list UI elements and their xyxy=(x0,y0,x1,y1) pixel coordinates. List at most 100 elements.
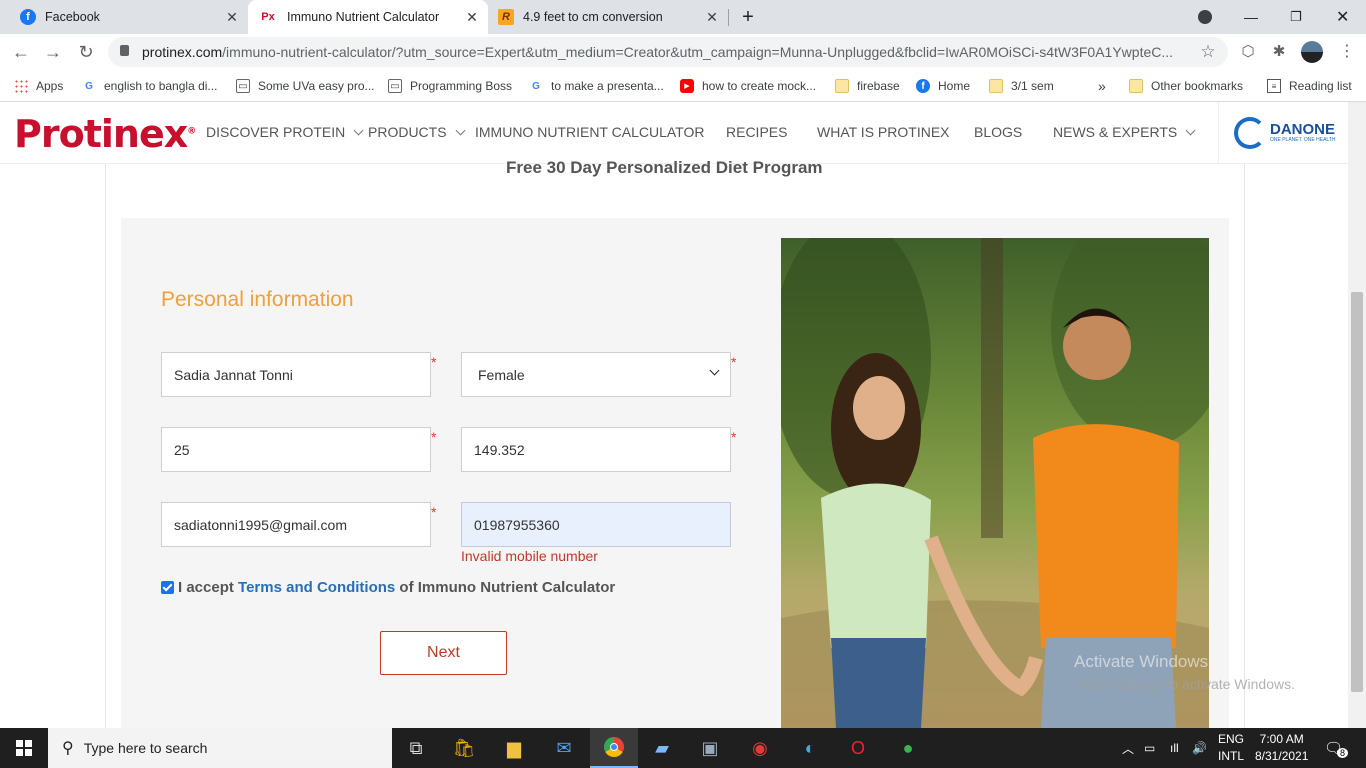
facebook-icon: f xyxy=(20,9,36,25)
nav-blogs[interactable]: BLOGS xyxy=(974,124,1053,140)
restore-button[interactable]: ❐ xyxy=(1290,0,1310,34)
extensions-puzzle-icon[interactable]: ✱ xyxy=(1268,41,1290,63)
terms-prefix: I accept xyxy=(178,579,239,596)
protinex-favicon: Px xyxy=(261,11,275,23)
section-title: Personal information xyxy=(161,288,354,311)
forward-button[interactable]: → xyxy=(42,41,64,63)
app-icon[interactable]: ▣ xyxy=(686,728,734,768)
age-field[interactable]: 25 xyxy=(161,427,431,472)
network-icon[interactable]: ıll xyxy=(1170,728,1179,768)
new-tab-button[interactable]: + xyxy=(736,0,760,34)
danone-circle-icon xyxy=(1234,116,1266,149)
nav-immuno-nutrient-calculator[interactable]: IMMUNO NUTRIENT CALCULATOR xyxy=(475,124,726,140)
bookmark-mock[interactable]: ▶ how to create mock... xyxy=(680,76,816,96)
notification-count: 8 xyxy=(1337,748,1349,758)
bookmark-folder-3-1-sem[interactable]: 3/1 sem xyxy=(989,76,1054,96)
notification-center-icon[interactable]: 🗨 8 xyxy=(1324,728,1349,768)
window-close-button[interactable]: ✕ xyxy=(1336,0,1356,34)
mobile-field[interactable]: 01987955360 xyxy=(461,502,731,547)
store-icon[interactable]: 🛍 xyxy=(440,728,488,768)
minimize-button[interactable]: — xyxy=(1244,0,1264,34)
bookmark-uva-problems[interactable]: ▭ Some UVa easy pro... xyxy=(236,76,375,96)
profile-avatar[interactable] xyxy=(1301,41,1323,63)
start-button[interactable] xyxy=(0,728,48,768)
tray-chevron-icon[interactable]: ︿ xyxy=(1122,728,1134,768)
nav-what-is-protinex[interactable]: WHAT IS PROTINEX xyxy=(817,124,974,140)
tab-divider xyxy=(728,9,729,26)
bookmark-folder-firebase[interactable]: firebase xyxy=(835,76,900,96)
extension-cube-icon[interactable]: ⬡ xyxy=(1237,41,1259,63)
url-host: protinex.com xyxy=(142,44,223,60)
nav-news-experts[interactable]: NEWS & EXPERTS xyxy=(1053,124,1196,140)
gender-select[interactable]: Female xyxy=(461,352,731,397)
app-icon[interactable]: ▰ xyxy=(638,728,686,768)
bookmark-programming-boss[interactable]: ▭ Programming Boss xyxy=(388,76,512,96)
more-bookmarks-button[interactable]: » xyxy=(1098,76,1106,96)
tab-search-icon[interactable] xyxy=(1198,0,1216,34)
reading-list-icon: ≡ xyxy=(1267,79,1281,93)
bookmark-presentation[interactable]: G to make a presenta... xyxy=(529,76,664,96)
task-view-icon[interactable]: ⧉ xyxy=(392,728,440,768)
search-placeholder: Type here to search xyxy=(83,740,208,756)
back-button[interactable]: ← xyxy=(10,41,32,63)
tab-title: 4.9 feet to cm conversion xyxy=(523,10,663,24)
language-indicator[interactable]: ENG INTL xyxy=(1218,728,1244,768)
protinex-logo[interactable]: Protinex® xyxy=(14,112,196,156)
reload-button[interactable]: ↻ xyxy=(75,41,97,63)
chevron-down-icon xyxy=(455,125,466,135)
danone-tagline: ONE PLANET. ONE HEALTH xyxy=(1270,136,1336,143)
battery-icon[interactable]: ▭ xyxy=(1144,728,1155,768)
tab-feet-to-cm[interactable]: R 4.9 feet to cm conversion ✕ xyxy=(488,0,728,34)
mobile-error-message: Invalid mobile number xyxy=(461,548,598,564)
height-field[interactable]: 149.352 xyxy=(461,427,731,472)
tab-title: Immuno Nutrient Calculator xyxy=(287,10,440,24)
lock-icon[interactable] xyxy=(120,45,129,56)
address-bar[interactable]: protinex.com /immuno-nutrient-calculator… xyxy=(108,37,1228,67)
url-path: /immuno-nutrient-calculator/?utm_source=… xyxy=(222,44,1174,60)
reading-list-button[interactable]: ≡ Reading list xyxy=(1267,76,1352,96)
chrome-icon[interactable] xyxy=(590,728,638,768)
danone-logo[interactable]: DANONE ONE PLANET. ONE HEALTH xyxy=(1218,102,1344,163)
mail-icon[interactable]: ✉ xyxy=(540,728,588,768)
edge-icon[interactable]: ◐ xyxy=(786,728,834,768)
close-icon[interactable]: ✕ xyxy=(704,9,720,25)
tab-immuno-calculator[interactable]: Px Immuno Nutrient Calculator ✕ xyxy=(248,0,488,34)
close-icon[interactable]: ✕ xyxy=(464,9,480,25)
tab-strip: f Facebook ✕ Px Immuno Nutrient Calculat… xyxy=(0,0,1366,34)
site-icon: ▭ xyxy=(388,79,402,93)
clock[interactable]: 7:00 AM 8/31/2021 xyxy=(1255,728,1308,768)
terms-checkbox[interactable] xyxy=(161,581,174,594)
bookmark-star-icon[interactable]: ☆ xyxy=(1197,41,1219,63)
bookmark-apps[interactable]: Apps xyxy=(14,76,63,96)
terms-link[interactable]: Terms and Conditions xyxy=(238,579,395,596)
activate-windows-title: Activate Windows xyxy=(1074,652,1209,671)
email-field[interactable]: sadiatonni1995@gmail.com xyxy=(161,502,431,547)
menu-kebab-icon[interactable]: ⋮ xyxy=(1336,41,1358,63)
name-field[interactable]: Sadia Jannat Tonni xyxy=(161,352,431,397)
folder-icon xyxy=(1129,79,1143,93)
app-icon[interactable]: ● xyxy=(884,728,932,768)
site-header: Protinex® DISCOVER PROTEIN PRODUCTS IMMU… xyxy=(0,102,1348,164)
terms-row: I accept Terms and Conditions of Immuno … xyxy=(161,579,615,596)
google-icon: G xyxy=(85,80,93,92)
nav-products[interactable]: PRODUCTS xyxy=(368,124,475,140)
nav-discover-protein[interactable]: DISCOVER PROTEIN xyxy=(206,124,368,140)
scrollbar-thumb[interactable] xyxy=(1351,292,1363,692)
recorder-icon[interactable]: ◉ xyxy=(736,728,784,768)
bookmark-home[interactable]: f Home xyxy=(916,76,970,96)
tab-facebook[interactable]: f Facebook ✕ xyxy=(8,0,248,34)
opera-icon[interactable]: O xyxy=(834,728,882,768)
bookmark-english-to-bangla[interactable]: G english to bangla di... xyxy=(82,76,217,96)
apps-grid-icon xyxy=(14,79,28,93)
volume-icon[interactable]: 🔊 xyxy=(1192,728,1207,768)
close-icon[interactable]: ✕ xyxy=(224,9,240,25)
taskbar-search[interactable]: ⚲ Type here to search xyxy=(48,728,392,768)
bookmark-other[interactable]: Other bookmarks xyxy=(1129,76,1243,96)
nav-recipes[interactable]: RECIPES xyxy=(726,124,817,140)
toolbar: ← → ↻ protinex.com /immuno-nutrient-calc… xyxy=(0,34,1366,70)
next-button[interactable]: Next xyxy=(380,631,507,675)
google-icon: G xyxy=(532,80,540,92)
page-scrollbar[interactable] xyxy=(1348,102,1366,728)
file-explorer-icon[interactable]: ▆ xyxy=(490,728,538,768)
folder-icon xyxy=(835,79,849,93)
